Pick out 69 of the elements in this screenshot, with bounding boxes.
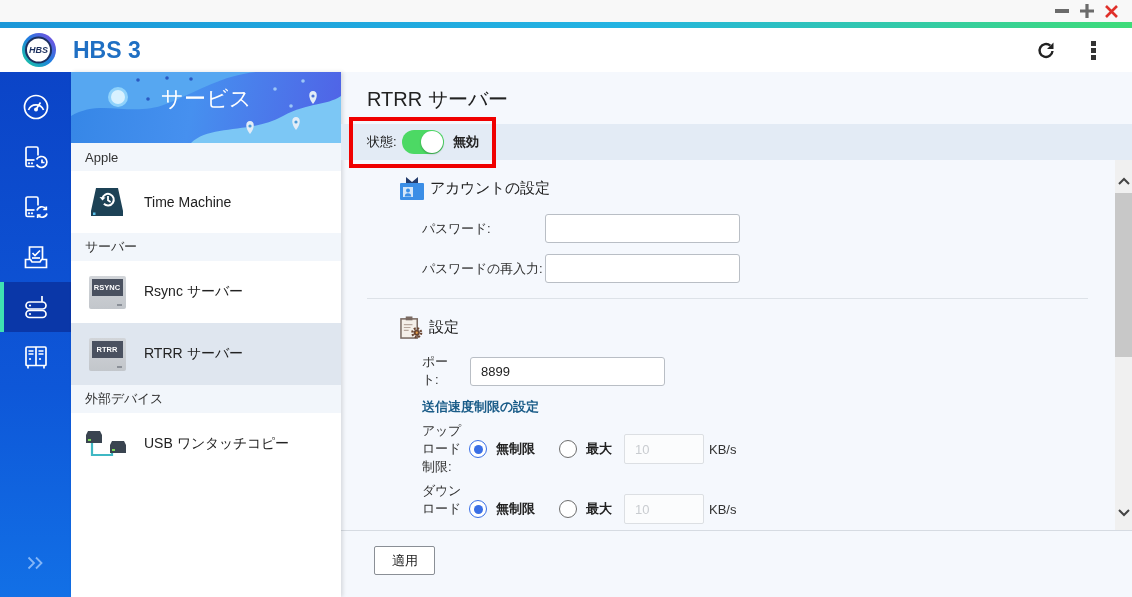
field-label: パスワード: <box>422 219 492 238</box>
dot-icon <box>146 97 150 101</box>
more-icon[interactable] <box>1091 40 1096 60</box>
map-pin-icon <box>292 117 300 130</box>
banner-title: サービス <box>160 85 252 113</box>
group-header: サーバー <box>71 233 341 261</box>
nav-item[interactable] <box>0 282 71 332</box>
scrollbar[interactable] <box>1115 160 1132 530</box>
maximize-icon[interactable] <box>1080 4 1094 18</box>
field-label: パスワードの再入力: <box>422 259 543 278</box>
group-header: 外部デバイス <box>71 385 341 413</box>
password-field[interactable] <box>544 214 740 243</box>
gauge-icon <box>22 94 49 120</box>
dot-icon <box>301 79 305 83</box>
status-label: 状態: <box>367 133 397 151</box>
app-name: HBS 3 <box>73 36 141 64</box>
close-icon[interactable] <box>1105 4 1118 18</box>
cabinet-icon <box>22 344 49 370</box>
drive-sync-icon <box>22 194 49 220</box>
scroll-thumb[interactable] <box>1115 193 1132 357</box>
field-label: アップロード制限: <box>422 422 463 476</box>
radio-label: 無制限 <box>496 500 535 518</box>
refresh-icon[interactable] <box>1036 40 1056 60</box>
drive-clock-icon <box>90 187 124 217</box>
scroll-down-icon[interactable] <box>1117 509 1130 517</box>
service-item[interactable]: USB ワンタッチコピー <box>71 413 341 475</box>
field-label: ポート: <box>422 353 449 389</box>
service-label: Time Machine <box>144 194 232 210</box>
usb-drives-icon <box>85 429 129 459</box>
radio-label: 最大 <box>586 500 612 518</box>
service-label: RTRR サーバー <box>144 345 243 363</box>
radio-button[interactable] <box>469 440 487 458</box>
status-text: 無効 <box>452 133 479 151</box>
dot-icon <box>189 77 193 81</box>
id-card-icon <box>400 176 424 200</box>
drive-clock-icon <box>22 144 49 170</box>
status-toggle[interactable] <box>401 130 444 154</box>
page-title: RTRR サーバー <box>366 86 509 112</box>
unit-label: KB/s <box>709 441 737 457</box>
group-header: Apple <box>71 143 341 171</box>
port-field[interactable]: 8899 <box>470 356 665 386</box>
apply-button[interactable]: 適用 <box>374 546 435 575</box>
server-stack-icon <box>22 294 49 320</box>
unit-label: KB/s <box>709 501 737 517</box>
tray-check-icon <box>22 244 49 270</box>
radio-label: 最大 <box>586 440 612 458</box>
dot-icon <box>273 87 277 91</box>
radio-button[interactable] <box>469 500 487 518</box>
map-pin-icon <box>309 91 317 104</box>
clipboard-gear-icon <box>400 315 423 339</box>
radio-label: 無制限 <box>496 440 535 458</box>
section-title: 設定 <box>429 317 459 337</box>
dot-icon <box>165 76 169 80</box>
app-logo: HBS <box>22 33 56 67</box>
map-pin-icon <box>246 121 254 134</box>
dot-icon <box>289 104 293 108</box>
dot-icon <box>136 78 140 82</box>
double-chevron-icon[interactable] <box>27 556 44 570</box>
radio-button[interactable] <box>559 500 577 518</box>
scroll-up-icon[interactable] <box>1117 177 1130 185</box>
section-title: アカウントの設定 <box>430 178 550 198</box>
subsection-title: 送信速度制限の設定 <box>422 399 539 414</box>
service-label: Rsync サーバー <box>144 283 243 301</box>
service-item[interactable]: Time Machine <box>71 171 341 233</box>
password-field[interactable] <box>544 254 740 283</box>
glow-circle-icon <box>108 87 128 107</box>
radio-button[interactable] <box>559 440 577 458</box>
service-label: USB ワンタッチコピー <box>144 435 289 453</box>
field-label: ダウンロード <box>422 482 462 518</box>
